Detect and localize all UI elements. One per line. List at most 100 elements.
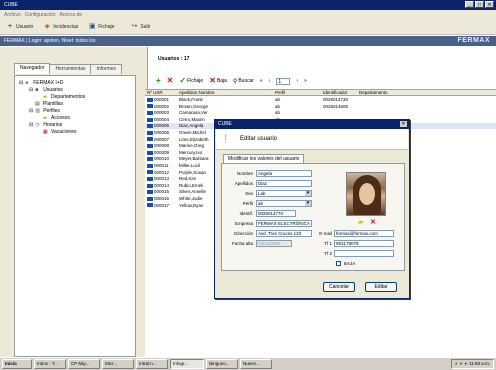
table-cell: 000015 [147,189,169,195]
buscar-label: Buscar [238,78,254,84]
tree-item-horarios[interactable]: ⊟ ◷ Horarios [29,122,62,128]
table-cell: Meyer,Barbara [179,156,209,162]
email-label: E-mail [319,231,332,236]
table-cell: Purple,Susan [179,170,206,176]
tray-icon[interactable]: ● [460,360,463,368]
cell-text: 000016 [154,196,170,201]
column-header[interactable]: Nº USR [147,90,163,96]
tree-item-vacaciones[interactable]: ▦ Vacaciones [43,129,76,135]
taskbar-item[interactable]: Infogr... [170,359,204,369]
dialog-close-button[interactable]: ✕ [400,121,407,127]
add-icon[interactable]: + [156,77,161,85]
edit-user-dialog: CUBE ✕ ! Editar usuario Modificar los va… [214,119,410,299]
identificador-field[interactable]: 0025014770 [256,210,296,217]
first-page-button[interactable]: « [260,78,263,84]
buscar-button[interactable]: ⚲ Buscar [233,78,254,85]
tray-icon[interactable]: ● [464,360,467,368]
minimize-button[interactable]: _ [465,1,474,8]
exit-icon: ↪ [131,22,138,30]
navigation-tree: ⊟ ■ FERMAX I+D ⊟ ■ Usuarios ▰ Departamen… [14,75,136,357]
taskbar-item[interactable]: CP Mig... [68,359,100,369]
taskbar-item[interactable]: Inbox - T... [34,359,66,369]
edit-button[interactable]: Editar [365,282,397,292]
next-page-button[interactable]: › [296,78,298,84]
close-button[interactable]: ✕ [485,1,494,8]
apellidos-field[interactable]: Diaz [256,180,312,187]
menu-bar: Archivo Configuración Acerca de [0,10,496,19]
user-row-icon [147,124,153,129]
cell-text: Diaz,Angela [179,123,204,129]
tree-label: Accesos [51,115,70,121]
table-cell: Marine,Greg [179,143,204,149]
baja-label: Baja [216,78,227,84]
cell-text: Marine,Greg [179,143,205,149]
tree-item-departamentos[interactable]: ▰ Departamentos [43,94,85,100]
dialog-title: CUBE [218,121,232,127]
tab-modificar[interactable]: Modificar los valores del usuario [223,154,305,163]
grid-title: Usuarios : 17 [158,56,190,62]
cell-text: Mercury,Ivo [179,149,203,155]
tab-navegador[interactable]: Navegador [14,63,51,74]
tray-icon[interactable]: ● [455,360,458,368]
page-input[interactable]: 1 [276,77,291,85]
column-header[interactable]: Perfil [275,90,285,96]
prev-page-button[interactable]: ‹ [269,78,271,84]
cancel-button[interactable]: Cancelar [323,282,355,292]
usuario-button[interactable]: + Usuario [6,23,33,31]
direccion-field[interactable]: Avd. Tres Cruces 133 [256,230,312,237]
menu-configuracion[interactable]: Configuración [25,12,56,18]
email-field[interactable]: fermax@fermax.com [334,230,394,237]
tab-herramientas[interactable]: Herramientas [49,64,92,74]
taskbar-item[interactable]: Intral.n... [136,359,168,369]
last-page-button[interactable]: » [304,78,307,84]
delete-photo-icon[interactable]: ✕ [370,219,376,226]
start-button[interactable]: Inicio [2,359,32,369]
tel2-field[interactable] [334,250,394,257]
baja-checkbox[interactable] [336,261,341,266]
salir-button[interactable]: ↪ Salir [130,23,150,31]
baja-button[interactable]: ✕ Baja [209,77,227,85]
taskbar-item[interactable]: Ninguno... [206,359,238,369]
menu-acerca[interactable]: Acerca de [60,12,83,18]
taskbar-item[interactable]: Nuevo... [240,359,272,369]
column-header[interactable]: Identificador [323,90,348,96]
grid-header: Nº USR Apellidos Nombre Perfil Identific… [145,90,496,96]
cell-text: ab [275,103,281,109]
table-cell: 000008 [147,143,169,149]
table-row[interactable]: 000003 Camarasa,Ver ab [145,110,496,116]
maximize-button[interactable]: □ [475,1,484,8]
collapse-icon[interactable]: ⊟ [29,122,33,128]
window-title-bar: CUBE _ □ ✕ [0,0,496,10]
tree-label: FERMAX I+D [33,80,64,86]
tree-item-accesos[interactable]: ▰ Accesos [43,115,70,121]
taskbar-item[interactable]: Micr... [102,359,134,369]
collapse-icon[interactable]: ⊟ [19,80,23,86]
sex-select[interactable]: Lab [256,190,312,197]
incidencias-button[interactable]: ◈ Incidencias [43,23,79,31]
menu-archivo[interactable]: Archivo [4,12,21,18]
tree-item-usuarios[interactable]: ⊟ ■ Usuarios [29,87,63,93]
fecha-alta-field: 04/10/2006 [256,240,292,247]
table-row[interactable]: 000001 Black,Frank ab 0025014730 [145,97,496,103]
empresa-field[interactable]: FERMAX ELECTRÓNICA [256,220,312,227]
tree-item-company[interactable]: ⊟ ■ FERMAX I+D [19,80,63,86]
tree-item-perfiles[interactable]: ⊟ ▥ Perfiles [29,108,60,114]
table-cell: 000012 [147,170,169,176]
column-header[interactable]: Apellidos Nombre [179,90,215,96]
left-panel: Navegador Herramientas Informes ⊟ ■ FERM… [0,47,148,357]
folder-icon[interactable]: ▰ [358,219,363,226]
table-row[interactable]: 000002 Brown,George ab 0025014600 [145,104,496,110]
tab-informes[interactable]: Informes [90,64,122,74]
nombre-field[interactable]: Angela [256,170,312,177]
fichaje-button[interactable]: ▣ Fichaje [88,23,114,31]
table-cell: Red,Kim [179,176,196,182]
perfil-select[interactable]: ab [256,200,312,207]
tree-item-plantillas[interactable]: ▤ Plantillas [35,101,63,107]
tel1-field[interactable]: 963178079 [334,240,394,247]
column-header[interactable]: Departamento [359,90,388,96]
fichaje-grid-button[interactable]: ✓ Fichaje [179,77,203,85]
cell-text: Camarasa,Ver [179,110,208,116]
collapse-icon[interactable]: ⊟ [29,87,33,93]
collapse-icon[interactable]: ⊟ [29,108,33,114]
delete-icon[interactable]: ✕ [167,77,174,85]
